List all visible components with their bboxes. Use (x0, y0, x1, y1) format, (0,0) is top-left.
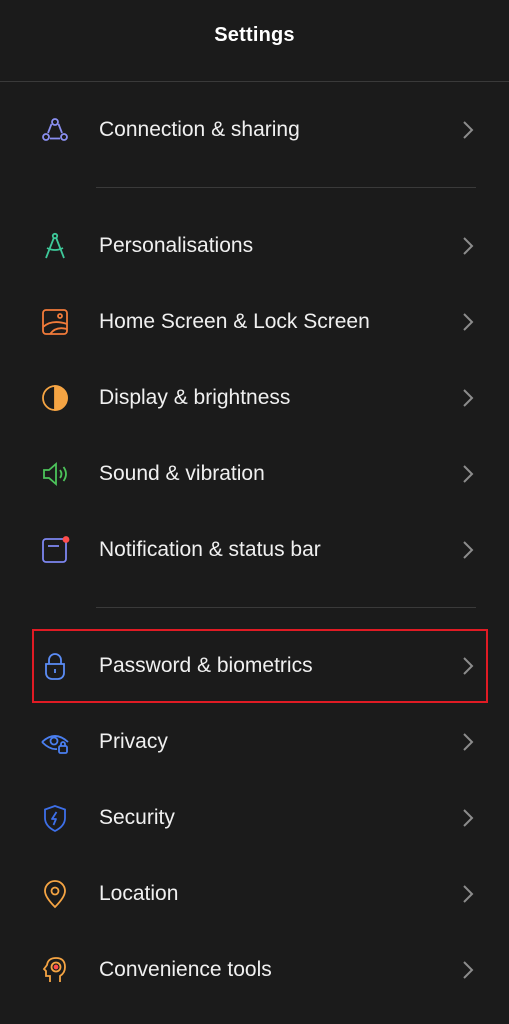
settings-item-label: Sound & vibration (99, 462, 265, 485)
settings-item-sound-vibration[interactable]: Sound & vibration (0, 436, 509, 512)
settings-item-label: Security (99, 806, 175, 829)
settings-item-label: Notification & status bar (99, 538, 321, 561)
settings-item-label: Password & biometrics (99, 654, 313, 677)
settings-list: Connection & sharing Personalisations Ho… (0, 92, 509, 1008)
settings-item-label: Connection & sharing (99, 118, 300, 141)
divider (96, 187, 476, 188)
settings-item-label: Home Screen & Lock Screen (99, 310, 370, 333)
contrast-icon (40, 383, 70, 413)
chevron-right-icon (461, 808, 475, 828)
chevron-right-icon (461, 236, 475, 256)
page-title: Settings (214, 24, 295, 46)
settings-item-password-biometrics[interactable]: Password & biometrics (0, 628, 509, 704)
settings-item-label: Location (99, 882, 179, 905)
chevron-right-icon (461, 540, 475, 560)
settings-item-convenience-tools[interactable]: Convenience tools (0, 932, 509, 1008)
header: Settings (0, 0, 509, 82)
speaker-icon (40, 459, 70, 489)
divider (96, 607, 476, 608)
privacy-eye-icon (40, 727, 70, 757)
chevron-right-icon (461, 960, 475, 980)
chevron-right-icon (461, 312, 475, 332)
wallpaper-icon (40, 307, 70, 337)
settings-item-label: Personalisations (99, 234, 254, 257)
settings-item-security[interactable]: Security (0, 780, 509, 856)
convenience-tools-icon (40, 955, 70, 985)
chevron-right-icon (461, 388, 475, 408)
settings-item-label: Convenience tools (99, 958, 272, 981)
settings-item-privacy[interactable]: Privacy (0, 704, 509, 780)
chevron-right-icon (461, 464, 475, 484)
settings-item-label: Privacy (99, 730, 168, 753)
chevron-right-icon (461, 656, 475, 676)
settings-item-location[interactable]: Location (0, 856, 509, 932)
location-pin-icon (40, 879, 70, 909)
lock-icon (40, 651, 70, 681)
settings-item-connection-sharing[interactable]: Connection & sharing (0, 92, 509, 168)
settings-item-notification-status-bar[interactable]: Notification & status bar (0, 512, 509, 588)
settings-item-personalisations[interactable]: Personalisations (0, 208, 509, 284)
chevron-right-icon (461, 120, 475, 140)
shield-icon (40, 803, 70, 833)
settings-item-display-brightness[interactable]: Display & brightness (0, 360, 509, 436)
notification-icon (40, 535, 70, 565)
settings-item-home-lock-screen[interactable]: Home Screen & Lock Screen (0, 284, 509, 360)
compass-tool-icon (40, 231, 70, 261)
chevron-right-icon (461, 732, 475, 752)
chevron-right-icon (461, 884, 475, 904)
settings-item-label: Display & brightness (99, 386, 291, 409)
share-nodes-icon (40, 115, 70, 145)
